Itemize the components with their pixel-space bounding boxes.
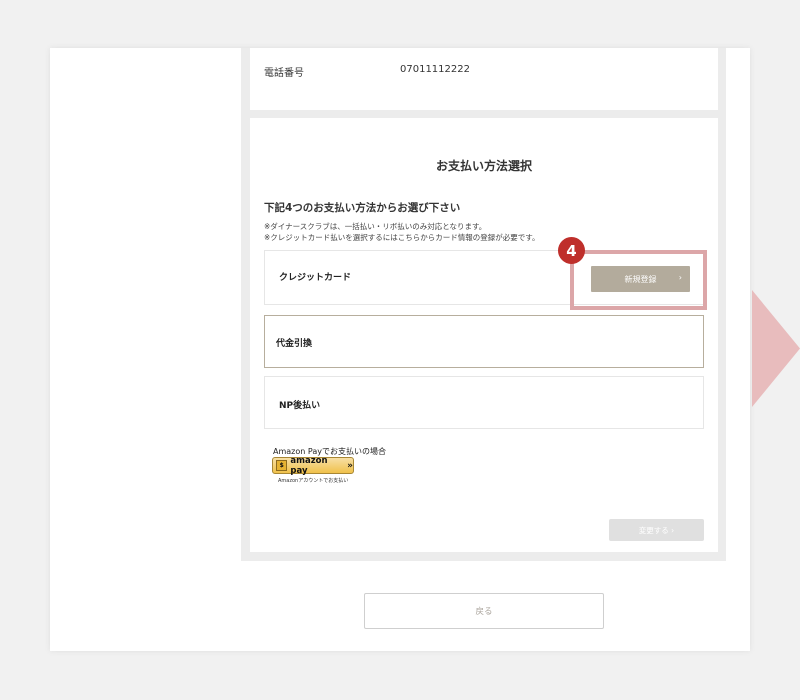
amazon-pay-note: Amazonアカウントでお支払い — [278, 478, 349, 484]
double-chevron-right-icon: » — [347, 460, 353, 471]
payment-title: お支払い方法選択 — [435, 159, 532, 173]
option-label: 代金引換 — [276, 339, 313, 349]
payment-option-np-deferred[interactable]: NP後払い — [264, 376, 704, 429]
credit-card-note: ※クレジットカード払いを選択するにはこちらからカード情報の登録が必要です。 — [264, 233, 540, 242]
amazon-pay-label: amazon pay — [290, 455, 328, 476]
back-button[interactable]: 戻る — [364, 593, 604, 629]
phone-value: 07011112222 — [400, 64, 470, 75]
payment-method-card: お支払い方法選択 下記4つのお支払い方法からお選び下さい ※ダイナースクラブは、… — [250, 118, 718, 552]
option-label: クレジットカード — [279, 273, 352, 283]
contact-info-card: 電話番号 07011112222 — [250, 48, 718, 110]
step-number-badge: 4 — [558, 237, 585, 264]
next-step-arrow-icon — [752, 290, 800, 407]
option-label: NP後払い — [279, 401, 321, 411]
payment-subtitle: 下記4つのお支払い方法からお選び下さい — [264, 202, 461, 214]
amazon-pay-logo-icon: $ — [276, 460, 288, 471]
change-button[interactable]: 変更する › — [609, 519, 704, 541]
payment-option-cash-on-delivery[interactable]: 代金引換 — [264, 315, 704, 368]
phone-label: 電話番号 — [264, 68, 304, 79]
amazon-pay-button[interactable]: $ amazon pay » — [272, 455, 354, 476]
annotation-highlight-box — [570, 250, 707, 310]
diners-note: ※ダイナースクラブは、一括払い・リボ払いのみ対応となります。 — [264, 222, 487, 231]
